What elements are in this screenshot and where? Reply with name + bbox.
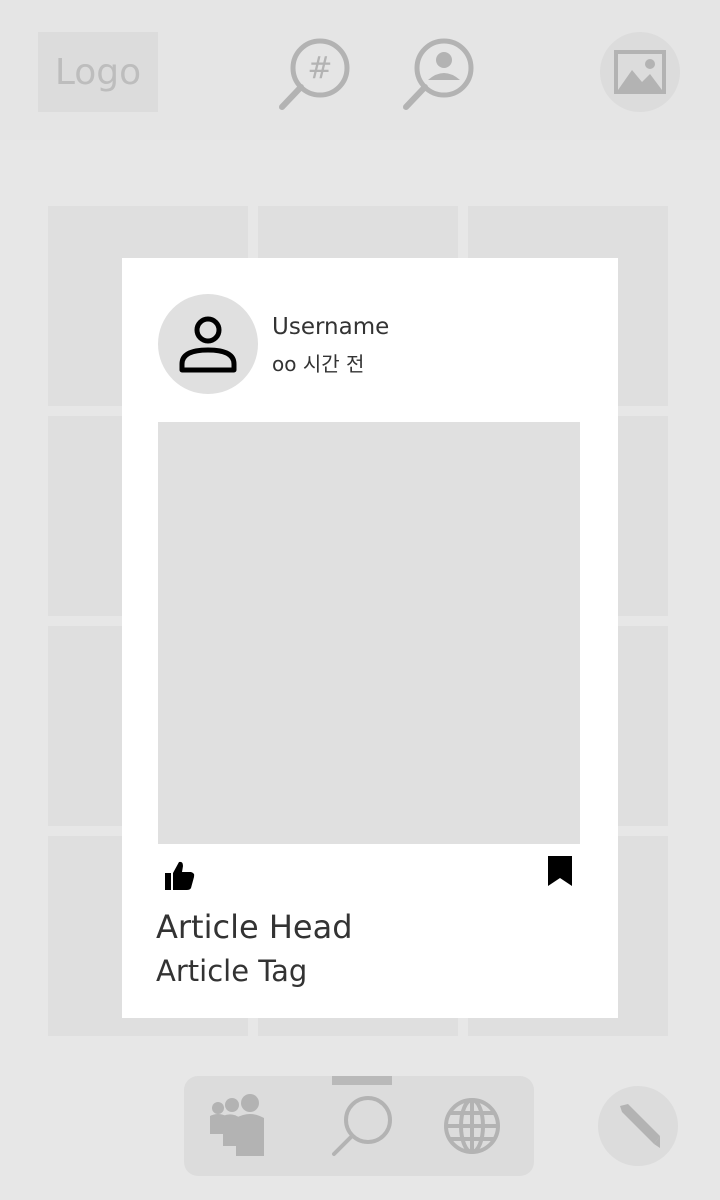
search-icon[interactable]	[330, 1094, 394, 1158]
gallery-button[interactable]	[600, 32, 680, 112]
avatar[interactable]	[158, 294, 258, 394]
logo[interactable]: Logo	[38, 32, 158, 112]
gallery-icon	[614, 50, 666, 94]
pencil-icon	[620, 1104, 660, 1148]
article-tag[interactable]: Article Tag	[156, 954, 307, 988]
svg-text:#: #	[307, 51, 332, 86]
post-image[interactable]	[158, 422, 580, 844]
user-search-icon[interactable]	[400, 36, 478, 114]
post-timestamp: oo 시간 전	[272, 352, 365, 376]
top-bar: Logo #	[0, 0, 720, 140]
write-button[interactable]	[598, 1086, 678, 1166]
active-indicator	[332, 1076, 392, 1085]
bookmark-icon[interactable]	[546, 854, 574, 888]
like-icon[interactable]	[162, 858, 196, 892]
post-detail-card: Username oo 시간 전 Article Head Article Ta…	[122, 258, 618, 1018]
hashtag-search-icon[interactable]: #	[276, 36, 354, 114]
bottom-nav	[184, 1076, 534, 1176]
article-head: Article Head	[156, 908, 353, 946]
username[interactable]: Username	[272, 314, 389, 340]
globe-icon[interactable]	[440, 1094, 504, 1158]
community-icon[interactable]	[208, 1094, 272, 1158]
user-icon	[179, 316, 237, 373]
